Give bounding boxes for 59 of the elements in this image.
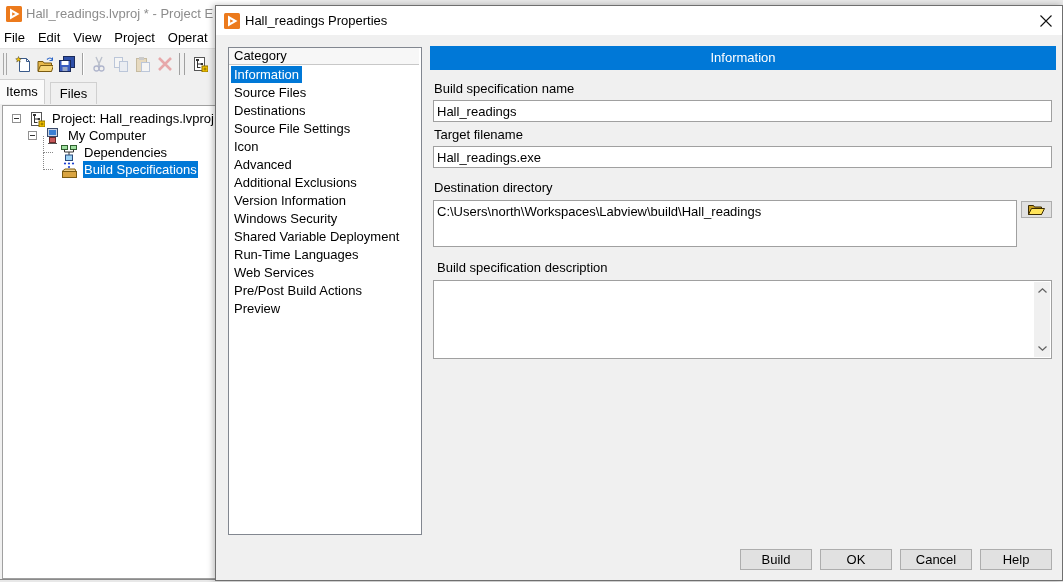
category-item[interactable]: Windows Security <box>231 209 341 227</box>
field-label: Build specification description <box>437 260 609 276</box>
category-item[interactable]: Source File Settings <box>231 119 354 137</box>
collapse-icon[interactable] <box>12 114 21 123</box>
tree-item[interactable]: Project: Hall_readings.lvproj <box>51 110 215 127</box>
dialog-title: Hall_readings Properties <box>245 11 388 30</box>
field-label: Build specification name <box>434 81 576 97</box>
collapse-icon[interactable] <box>28 131 37 140</box>
category-item[interactable]: Shared Variable Deployment <box>231 227 403 245</box>
new-file-icon[interactable] <box>15 55 31 72</box>
section-header: Information <box>430 46 1056 70</box>
category-item[interactable]: Pre/Post Build Actions <box>231 281 365 299</box>
tree-item[interactable]: Build Specifications <box>83 161 198 178</box>
project-icon[interactable] <box>192 55 208 72</box>
menu-item[interactable]: Operat <box>167 29 208 47</box>
scroll-up-icon[interactable] <box>1037 288 1047 293</box>
dialog-button[interactable]: Build <box>740 549 812 570</box>
menu-item[interactable]: Edit <box>37 29 61 47</box>
menu-item[interactable]: View <box>73 29 102 47</box>
project-file-icon <box>29 110 45 127</box>
field-label: Target filename <box>434 127 524 143</box>
package-icon <box>61 161 77 178</box>
scroll-down-icon[interactable] <box>1037 346 1047 351</box>
category-item[interactable]: Web Services <box>231 263 317 281</box>
dialog-button[interactable]: Help <box>980 549 1052 570</box>
category-item[interactable]: Icon <box>231 137 262 155</box>
description-field[interactable] <box>433 280 1052 359</box>
tab[interactable]: Files <box>49 82 98 104</box>
menu-item[interactable]: Project <box>114 29 155 47</box>
category-item[interactable]: Preview <box>231 299 284 317</box>
app-logo-icon <box>224 12 240 29</box>
tree-item[interactable]: My Computer <box>67 127 148 144</box>
computer-icon <box>45 127 61 144</box>
text-field[interactable]: Hall_readings <box>433 100 1052 122</box>
path-field[interactable]: C:\Users\north\Workspaces\Labview\build\Hall_readings <box>433 200 1017 247</box>
save-all-icon[interactable] <box>59 55 75 72</box>
dialog-button[interactable]: Cancel <box>900 549 972 570</box>
category-item[interactable]: Advanced <box>231 155 295 173</box>
scrollbar[interactable] <box>1034 282 1050 357</box>
network-icon <box>61 144 77 161</box>
category-item[interactable]: Version Information <box>231 191 349 209</box>
app-logo-icon <box>6 6 22 22</box>
folder-icon <box>1028 204 1045 215</box>
menu-item[interactable]: File <box>4 29 25 47</box>
text-field[interactable]: Hall_readings.exe <box>433 146 1052 168</box>
field-label: Destination directory <box>434 180 554 196</box>
dialog-button[interactable]: OK <box>820 549 892 570</box>
category-item[interactable]: Information <box>231 65 303 83</box>
tab[interactable]: Items <box>0 79 45 104</box>
category-item[interactable]: Destinations <box>231 101 309 119</box>
tree-item[interactable]: Dependencies <box>83 144 169 161</box>
close-icon <box>1040 14 1052 27</box>
category-item[interactable]: Source Files <box>231 83 310 101</box>
list-header: Category <box>229 48 419 65</box>
open-folder-icon[interactable] <box>37 55 53 72</box>
category-item[interactable]: Additional Exclusions <box>231 173 360 191</box>
window-title: Hall_readings.lvproj * - Project E <box>26 5 214 24</box>
browse-button[interactable] <box>1021 201 1052 218</box>
category-item[interactable]: Run-Time Languages <box>231 245 362 263</box>
